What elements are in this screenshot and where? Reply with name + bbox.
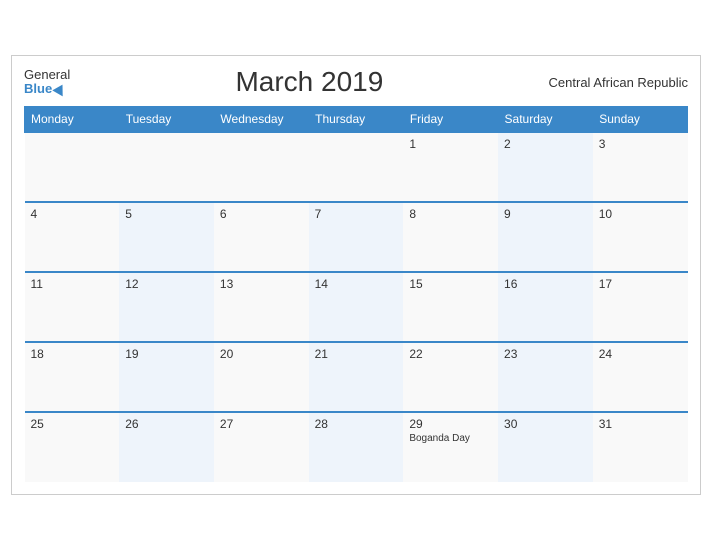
calendar-day-cell: 13 <box>214 272 309 342</box>
day-number: 3 <box>599 137 682 151</box>
day-number: 18 <box>31 347 114 361</box>
col-sunday: Sunday <box>593 107 688 133</box>
day-number: 26 <box>125 417 208 431</box>
calendar-day-cell: 10 <box>593 202 688 272</box>
calendar-week-row: 18 19 20 21 22 23 24 <box>25 342 688 412</box>
calendar-day-cell: 6 <box>214 202 309 272</box>
calendar-day-cell: 29 Boganda Day <box>403 412 498 482</box>
calendar-day-cell: 8 <box>403 202 498 272</box>
day-number: 21 <box>315 347 398 361</box>
day-number: 9 <box>504 207 587 221</box>
calendar-day-cell: 30 <box>498 412 593 482</box>
day-number: 2 <box>504 137 587 151</box>
calendar-day-cell <box>309 132 404 202</box>
calendar-table: Monday Tuesday Wednesday Thursday Friday… <box>24 106 688 482</box>
day-number: 23 <box>504 347 587 361</box>
day-number: 6 <box>220 207 303 221</box>
day-number: 5 <box>125 207 208 221</box>
calendar-week-row: 25 26 27 28 29 Boganda Day 30 31 <box>25 412 688 482</box>
col-thursday: Thursday <box>309 107 404 133</box>
day-number: 7 <box>315 207 398 221</box>
day-number: 16 <box>504 277 587 291</box>
day-number: 13 <box>220 277 303 291</box>
calendar-day-cell: 20 <box>214 342 309 412</box>
calendar-body: 1234567891011121314151617181920212223242… <box>25 132 688 482</box>
calendar-day-cell: 5 <box>119 202 214 272</box>
day-number: 30 <box>504 417 587 431</box>
logo-blue-text: Blue <box>24 82 52 96</box>
calendar-day-cell: 9 <box>498 202 593 272</box>
logo: General Blue <box>24 68 70 97</box>
calendar-day-cell: 24 <box>593 342 688 412</box>
event-label: Boganda Day <box>409 433 492 444</box>
calendar-day-cell: 27 <box>214 412 309 482</box>
calendar-day-cell <box>25 132 120 202</box>
calendar-day-cell: 12 <box>119 272 214 342</box>
calendar-day-cell: 23 <box>498 342 593 412</box>
calendar-header: General Blue March 2019 Central African … <box>24 66 688 98</box>
day-number: 12 <box>125 277 208 291</box>
day-number: 8 <box>409 207 492 221</box>
calendar-day-cell: 1 <box>403 132 498 202</box>
calendar-day-cell: 16 <box>498 272 593 342</box>
calendar-day-cell: 11 <box>25 272 120 342</box>
logo-general-text: General <box>24 68 70 82</box>
day-number: 15 <box>409 277 492 291</box>
calendar-day-cell <box>214 132 309 202</box>
calendar-weekdays-row: Monday Tuesday Wednesday Thursday Friday… <box>25 107 688 133</box>
col-saturday: Saturday <box>498 107 593 133</box>
calendar-week-row: 123 <box>25 132 688 202</box>
day-number: 20 <box>220 347 303 361</box>
day-number: 4 <box>31 207 114 221</box>
calendar-day-cell: 22 <box>403 342 498 412</box>
day-number: 24 <box>599 347 682 361</box>
day-number: 25 <box>31 417 114 431</box>
calendar-day-cell <box>119 132 214 202</box>
day-number: 29 <box>409 417 492 431</box>
calendar-day-cell: 21 <box>309 342 404 412</box>
calendar-day-cell: 31 <box>593 412 688 482</box>
day-number: 27 <box>220 417 303 431</box>
calendar-day-cell: 26 <box>119 412 214 482</box>
day-number: 31 <box>599 417 682 431</box>
calendar-day-cell: 28 <box>309 412 404 482</box>
calendar-day-cell: 4 <box>25 202 120 272</box>
calendar-day-cell: 14 <box>309 272 404 342</box>
col-wednesday: Wednesday <box>214 107 309 133</box>
calendar-region: Central African Republic <box>549 75 688 90</box>
day-number: 14 <box>315 277 398 291</box>
day-number: 10 <box>599 207 682 221</box>
calendar-day-cell: 3 <box>593 132 688 202</box>
calendar-day-cell: 7 <box>309 202 404 272</box>
day-number: 28 <box>315 417 398 431</box>
calendar-week-row: 11 12 13 14 15 16 17 <box>25 272 688 342</box>
calendar-day-cell: 15 <box>403 272 498 342</box>
logo-triangle-icon <box>52 82 67 97</box>
col-friday: Friday <box>403 107 498 133</box>
day-number: 19 <box>125 347 208 361</box>
calendar-day-cell: 25 <box>25 412 120 482</box>
calendar-day-cell: 2 <box>498 132 593 202</box>
col-monday: Monday <box>25 107 120 133</box>
day-number: 17 <box>599 277 682 291</box>
day-number: 22 <box>409 347 492 361</box>
calendar-day-cell: 18 <box>25 342 120 412</box>
calendar-week-row: 456789 10 <box>25 202 688 272</box>
calendar-title: March 2019 <box>235 66 383 98</box>
day-number: 11 <box>31 277 114 291</box>
calendar-day-cell: 19 <box>119 342 214 412</box>
calendar-container: General Blue March 2019 Central African … <box>11 55 701 495</box>
calendar-day-cell: 17 <box>593 272 688 342</box>
col-tuesday: Tuesday <box>119 107 214 133</box>
day-number: 1 <box>409 137 492 151</box>
